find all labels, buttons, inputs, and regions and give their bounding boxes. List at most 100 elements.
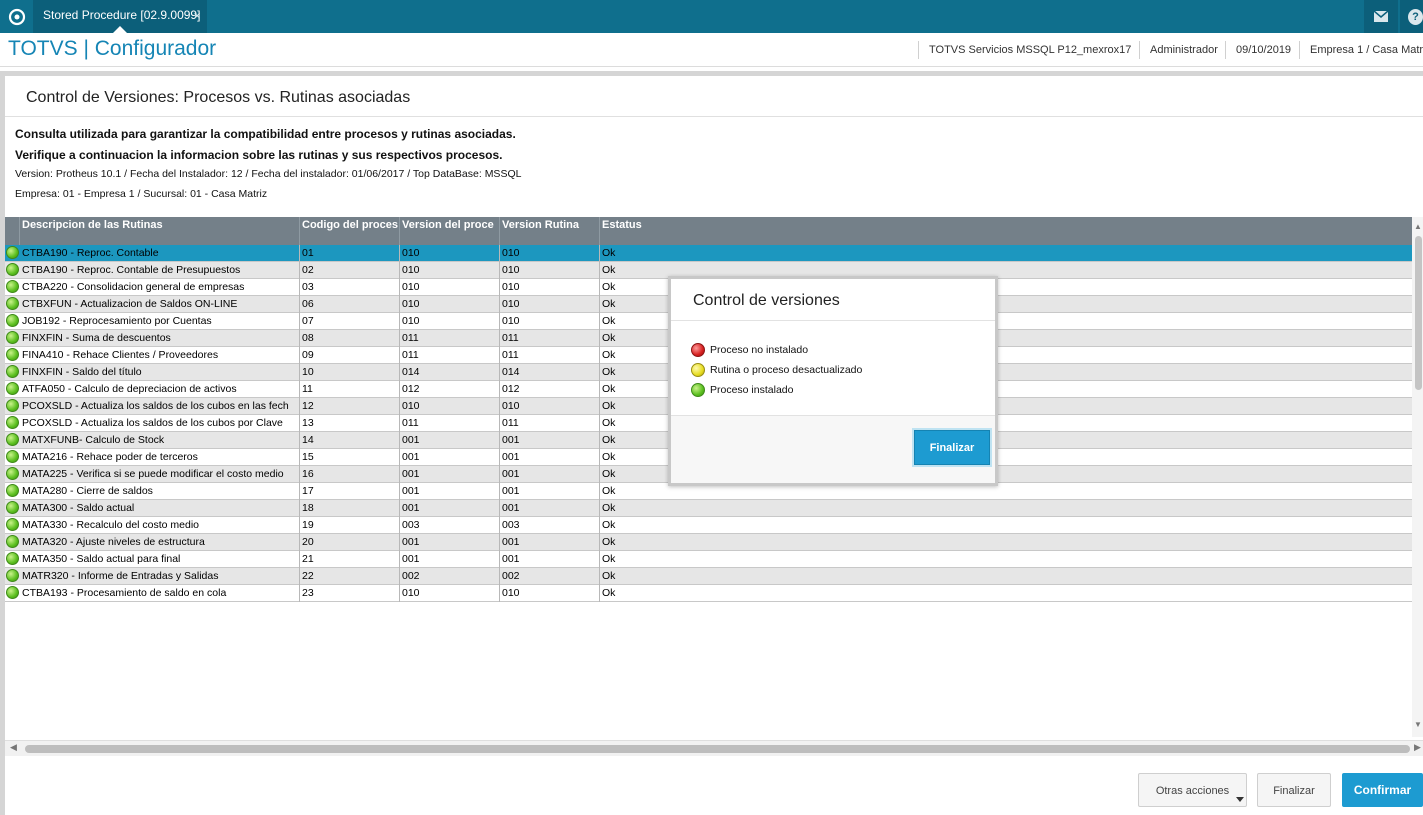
dialog-finish-button[interactable]: Finalizar [914,430,990,465]
row-routine-version: 010 [500,296,600,313]
row-process-version: 001 [400,432,500,449]
row-status: Ok [602,247,616,259]
row-process-code: 09 [300,347,400,364]
vertical-scroll-thumb[interactable] [1415,236,1422,390]
row-process-version: 002 [400,568,500,585]
row-process-version: 001 [400,449,500,466]
scroll-right-icon[interactable]: ▶ [1414,742,1421,753]
legend-outdated: Rutina o proceso desactualizado [691,363,862,377]
row-description: MATR320 - Informe de Entradas y Salidas [20,568,300,585]
green-status-icon [691,383,705,397]
table-row[interactable]: CTBA190 - Reproc. Contable 01 010 010 Ok [5,245,1412,262]
row-process-code: 22 [300,568,400,585]
row-process-code: 07 [300,313,400,330]
totvs-logo-icon[interactable] [0,0,33,33]
green-status-icon [6,314,19,327]
row-process-version: 010 [400,245,500,262]
row-process-code: 19 [300,517,400,534]
table-row[interactable]: MATA300 - Saldo actual 18 001 001 Ok [5,500,1412,517]
row-routine-version: 001 [500,449,600,466]
legend-not-installed: Proceso no instalado [691,343,808,357]
table-row[interactable]: MATA330 - Recalculo del costo medio 19 003… [5,517,1412,534]
row-process-code: 11 [300,381,400,398]
row-routine-version: 010 [500,262,600,279]
green-status-icon [6,246,19,259]
top-bar: Stored Procedure [02.9.0099] × ? [0,0,1423,33]
green-status-icon [6,535,19,548]
row-process-version: 010 [400,279,500,296]
help-icon[interactable]: ? [1400,0,1423,33]
row-description: CTBA190 - Reproc. Contable [20,245,300,262]
row-routine-version: 010 [500,585,600,602]
row-description: FINA410 - Rehace Clientes / Proveedores [20,347,300,364]
header-routine-version[interactable]: Version Rutina [500,217,600,245]
green-status-icon [6,569,19,582]
chevron-down-icon[interactable] [1236,797,1244,802]
title-divider [5,116,1423,117]
row-description: PCOXSLD - Actualiza los saldos de los cu… [20,398,300,415]
row-routine-version: 010 [500,313,600,330]
green-status-icon [6,518,19,531]
other-actions-button[interactable]: Otras acciones [1138,773,1247,807]
date-info: 09/10/2019 [1225,41,1291,59]
green-status-icon [6,586,19,599]
scroll-down-icon[interactable]: ▼ [1414,720,1422,729]
horizontal-scroll-thumb[interactable] [25,745,1410,753]
green-status-icon [6,467,19,480]
row-process-version: 011 [400,347,500,364]
header-status[interactable]: Estatus [600,217,1412,245]
row-process-version: 011 [400,330,500,347]
legend-yellow-label: Rutina o proceso desactualizado [710,364,863,376]
row-process-version: 010 [400,398,500,415]
row-process-code: 12 [300,398,400,415]
row-status: Ok [602,519,616,531]
row-description: ATFA050 - Calculo de depreciacion de act… [20,381,300,398]
close-icon[interactable]: × [193,0,201,31]
header-process-code[interactable]: Codigo del proces [300,217,400,245]
row-status: Ok [602,587,616,599]
version-info: Version: Protheus 10.1 / Fecha del Insta… [15,168,522,180]
row-description: MATA320 - Ajuste niveles de estructura [20,534,300,551]
description-line-1: Consulta utilizada para garantizar la co… [15,127,516,141]
row-process-version: 001 [400,534,500,551]
green-status-icon [6,365,19,378]
table-row[interactable]: CTBA193 - Procesamiento de saldo en cola… [5,585,1412,602]
row-process-code: 13 [300,415,400,432]
page-title: Control de Versiones: Procesos vs. Rutin… [26,89,411,106]
green-status-icon [6,348,19,361]
header-process-version[interactable]: Version del proce [400,217,500,245]
row-routine-version: 014 [500,364,600,381]
scroll-up-icon[interactable]: ▲ [1414,222,1422,231]
red-status-icon [691,343,705,357]
row-routine-version: 003 [500,517,600,534]
row-description: MATA280 - Cierre de saldos [20,483,300,500]
other-actions-label: Otras acciones [1155,785,1230,797]
row-process-version: 010 [400,313,500,330]
table-row[interactable]: MATA350 - Saldo actual para final 21 001 00… [5,551,1412,568]
tab-stored-procedure[interactable]: Stored Procedure [02.9.0099] × [33,0,207,33]
help-label: ? [1408,8,1423,25]
scroll-left-icon[interactable]: ◀ [10,742,17,753]
row-routine-version: 001 [500,534,600,551]
green-status-icon [6,382,19,395]
row-process-code: 01 [300,245,400,262]
grid-header: Descripcion de las Rutinas Codigo del pr… [5,217,1412,245]
finish-button[interactable]: Finalizar [1257,773,1331,807]
user-info: Administrador [1139,41,1218,59]
row-process-version: 001 [400,466,500,483]
green-status-icon [6,450,19,463]
green-status-icon [6,263,19,276]
dialog-title: Control de versiones [693,292,840,309]
version-control-dialog: Control de versiones Proceso no instalad… [668,276,998,486]
row-process-version: 014 [400,364,500,381]
row-status: Ok [602,536,616,548]
row-process-code: 08 [300,330,400,347]
table-row[interactable]: MATA320 - Ajuste niveles de estructura 20… [5,534,1412,551]
table-row[interactable]: MATR320 - Informe de Entradas y Salidas 2… [5,568,1412,585]
header-description[interactable]: Descripcion de las Rutinas [20,217,300,245]
row-process-code: 14 [300,432,400,449]
mail-icon[interactable] [1364,0,1398,33]
confirm-button[interactable]: Confirmar [1342,773,1423,807]
row-process-code: 15 [300,449,400,466]
row-status: Ok [602,502,616,514]
